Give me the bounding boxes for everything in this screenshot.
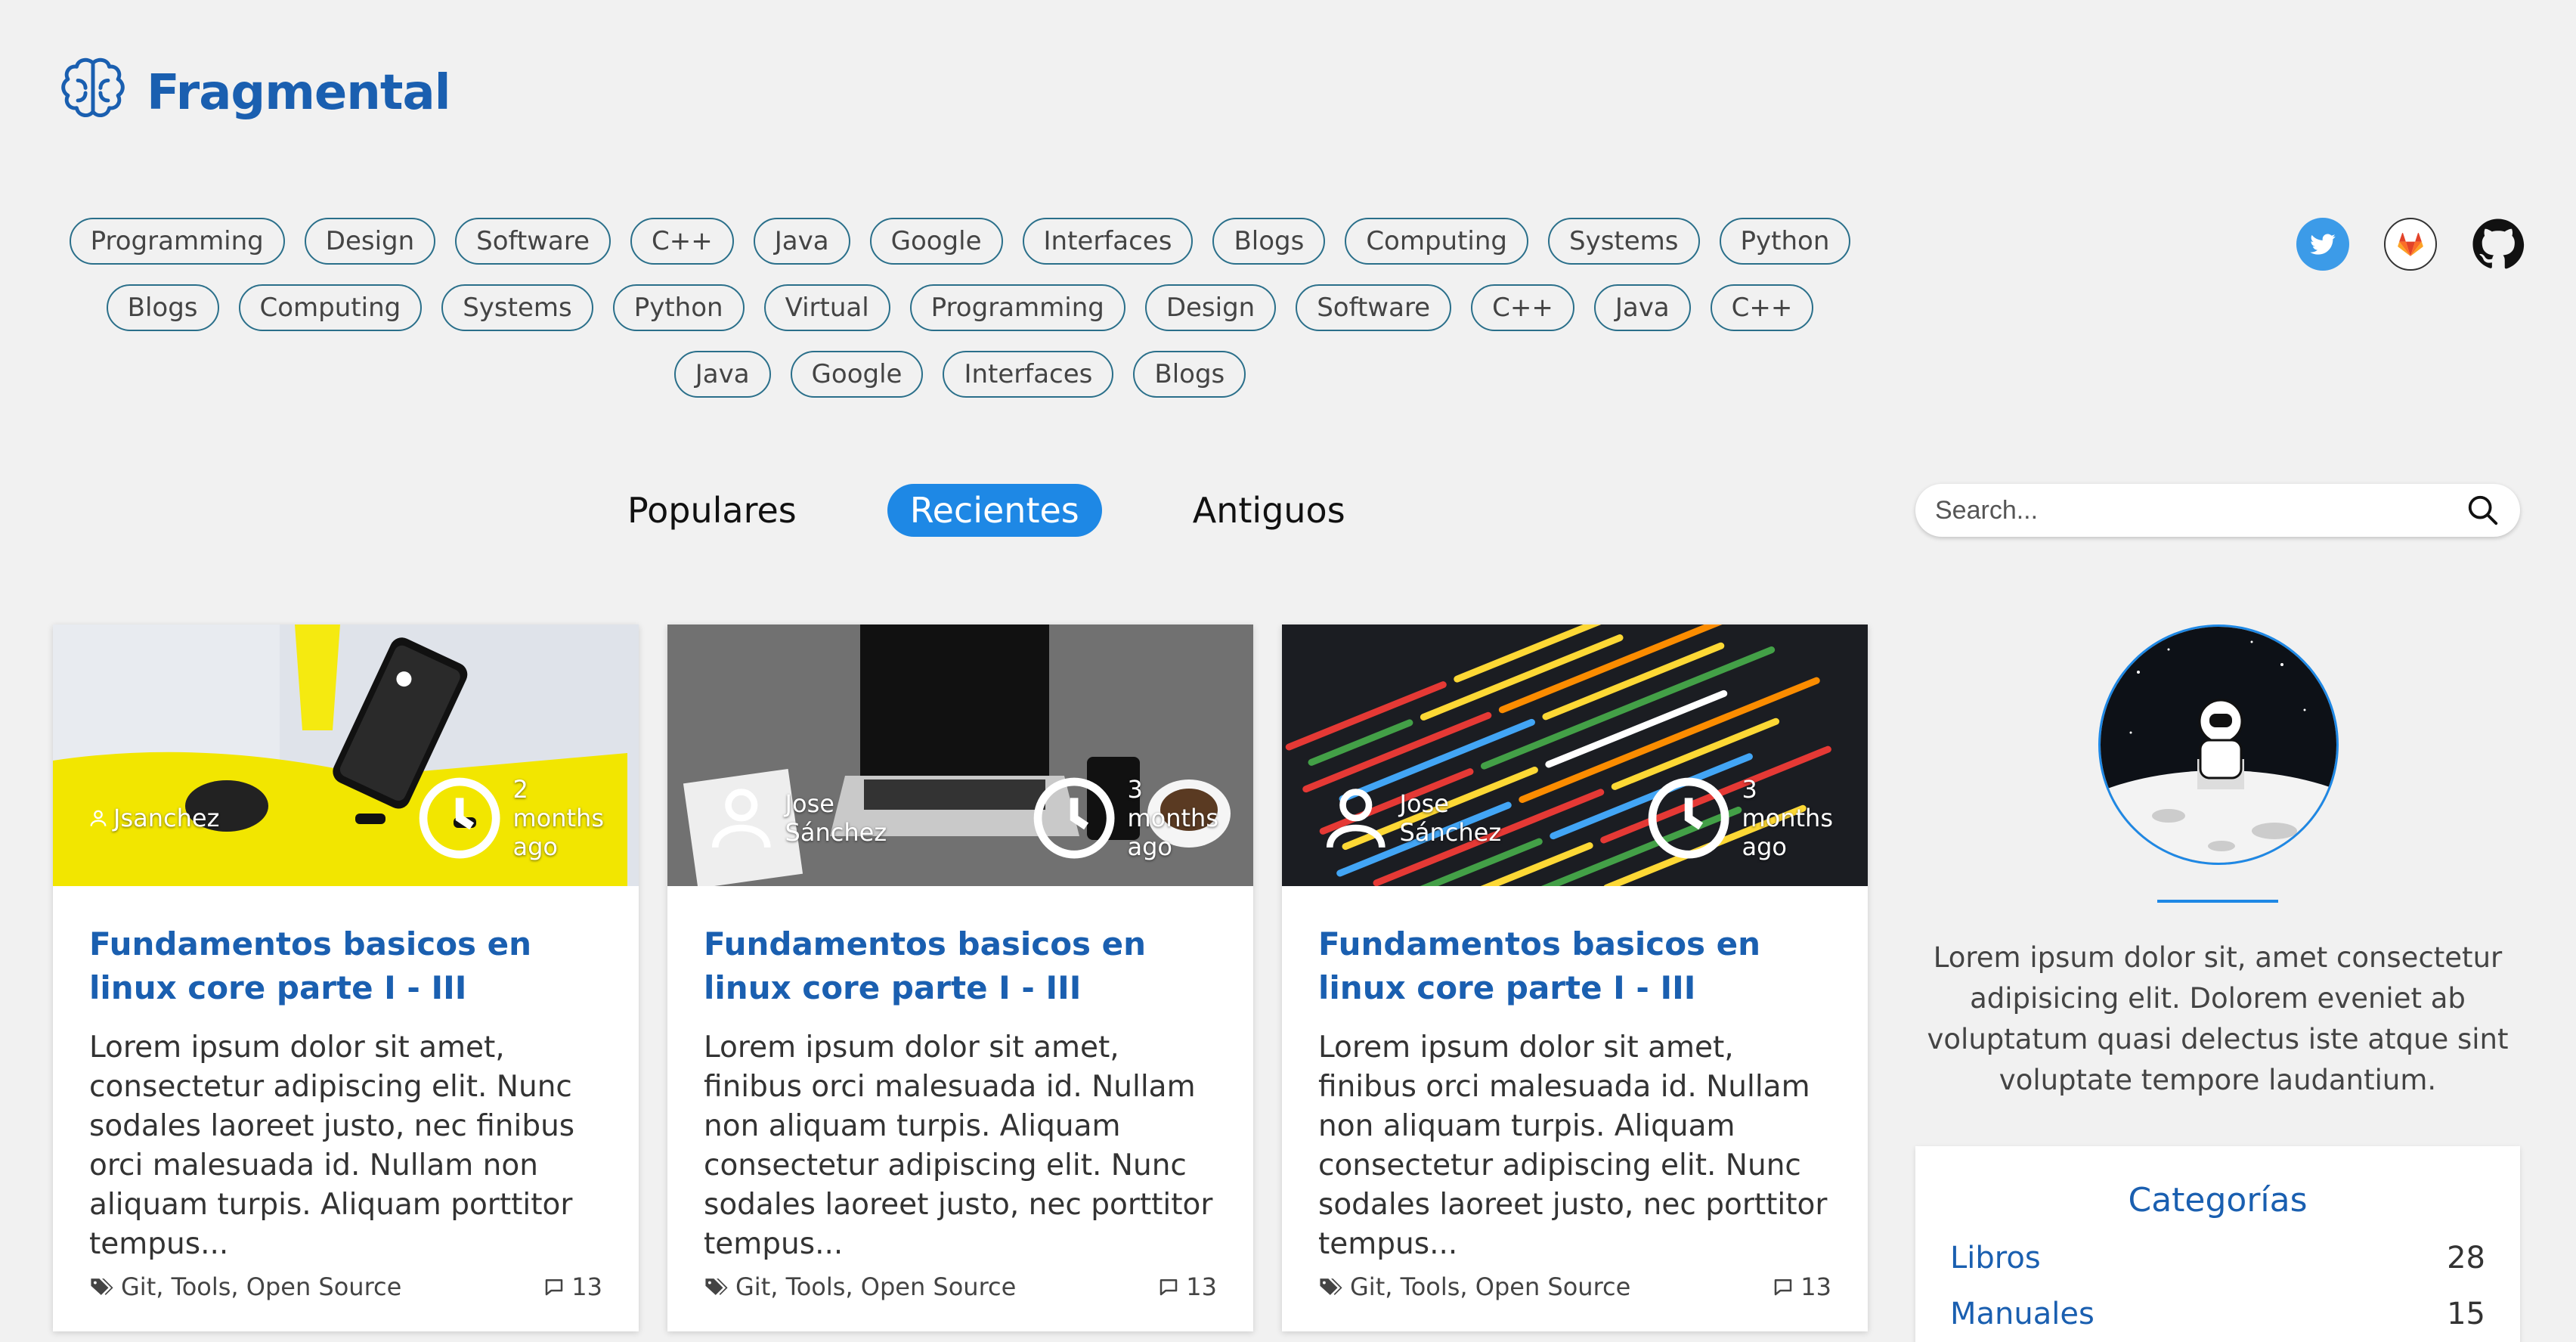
tab-populares[interactable]: Populares bbox=[605, 484, 819, 537]
post-excerpt: Lorem ipsum dolor sit amet, finibus orci… bbox=[1318, 1031, 1828, 1261]
tag-pill[interactable]: Computing bbox=[1345, 218, 1529, 265]
brain-icon bbox=[61, 57, 125, 118]
tag-pill[interactable]: C++ bbox=[1471, 284, 1574, 331]
tag-pill[interactable]: Software bbox=[1296, 284, 1452, 331]
category-count: 28 bbox=[2447, 1241, 2485, 1275]
comment-icon bbox=[1160, 1279, 1178, 1296]
post-tags: Git, Tools, Open Source bbox=[1318, 1272, 1630, 1301]
tag-pill[interactable]: Python bbox=[1719, 218, 1851, 265]
tag-pill[interactable]: Java bbox=[1593, 284, 1691, 331]
tag-pill[interactable]: Interfaces bbox=[943, 351, 1114, 398]
tag-pill[interactable]: Java bbox=[673, 351, 771, 398]
site-title: Fragmental bbox=[147, 65, 451, 121]
tags-icon bbox=[705, 1278, 728, 1295]
post-time: 3 months ago bbox=[1026, 770, 1218, 866]
post-card[interactable]: Jsanchez 2 months ago Fundamentos basico… bbox=[53, 625, 639, 1331]
post-image: Jose Sánchez 3 months ago bbox=[667, 625, 1253, 886]
post-card[interactable]: Jose Sánchez 3 months ago Fundamentos ba… bbox=[667, 625, 1253, 1331]
twitter-icon[interactable] bbox=[2296, 218, 2349, 271]
post-excerpt: Lorem ipsum dolor sit amet, finibus orci… bbox=[704, 1031, 1213, 1261]
post-time: 3 months ago bbox=[1640, 770, 1833, 866]
post-excerpt: Lorem ipsum dolor sit amet, consectetur … bbox=[89, 1031, 575, 1261]
tag-pill[interactable]: C++ bbox=[1710, 284, 1814, 331]
tag-pill[interactable]: C++ bbox=[630, 218, 734, 265]
tag-pill[interactable]: Python bbox=[612, 284, 745, 331]
divider bbox=[2157, 900, 2278, 903]
categories-title: Categorías bbox=[2128, 1181, 2308, 1220]
tag-pill[interactable]: Blogs bbox=[1212, 218, 1326, 265]
clock-icon bbox=[1033, 777, 1115, 859]
tag-pill[interactable]: Programming bbox=[69, 218, 285, 265]
post-image: Jsanchez 2 months ago bbox=[53, 625, 639, 886]
search-input[interactable] bbox=[1935, 495, 2466, 525]
tag-pill[interactable]: Design bbox=[1144, 284, 1277, 331]
comment-icon bbox=[1775, 1279, 1792, 1296]
author-bio: Lorem ipsum dolor sit, amet consectetur … bbox=[1927, 941, 2509, 1096]
gitlab-icon[interactable] bbox=[2384, 218, 2437, 271]
post-title[interactable]: Fundamentos basicos en linux core parte … bbox=[89, 922, 602, 1010]
post-card[interactable]: Jose Sánchez 3 months ago Fundamentos ba… bbox=[1282, 625, 1868, 1331]
tags-icon bbox=[91, 1278, 113, 1295]
tag-pill[interactable]: Virtual bbox=[763, 284, 890, 331]
clock-icon bbox=[419, 777, 500, 859]
user-icon bbox=[1326, 789, 1386, 848]
tag-pill[interactable]: Programming bbox=[909, 284, 1125, 331]
tag-pill[interactable]: Computing bbox=[238, 284, 423, 331]
post-comments[interactable]: 13 bbox=[1157, 1272, 1217, 1301]
category-name[interactable]: Libros bbox=[1950, 1230, 2041, 1286]
category-name[interactable]: Manuales bbox=[1950, 1286, 2095, 1342]
post-tags: Git, Tools, Open Source bbox=[704, 1272, 1016, 1301]
tag-pill[interactable]: Java bbox=[753, 218, 850, 265]
tag-pill[interactable]: Blogs bbox=[106, 284, 219, 331]
comment-icon bbox=[546, 1279, 563, 1296]
clock-icon bbox=[1648, 777, 1729, 859]
post-author: Jsanchez bbox=[88, 770, 219, 866]
github-icon[interactable] bbox=[2472, 218, 2525, 271]
category-count: 15 bbox=[2447, 1297, 2485, 1331]
tab-antiguos[interactable]: Antiguos bbox=[1170, 484, 1368, 537]
category-item[interactable]: Libros 28 bbox=[1950, 1230, 2485, 1286]
tag-pill[interactable]: Google bbox=[790, 351, 924, 398]
post-title[interactable]: Fundamentos basicos en linux core parte … bbox=[704, 922, 1217, 1010]
user-icon bbox=[90, 810, 107, 826]
post-comments[interactable]: 13 bbox=[1772, 1272, 1831, 1301]
post-tags: Git, Tools, Open Source bbox=[89, 1272, 401, 1301]
tag-pill[interactable]: Blogs bbox=[1133, 351, 1246, 398]
search-box bbox=[1915, 484, 2520, 537]
avatar bbox=[2098, 625, 2339, 865]
tag-pill[interactable]: Interfaces bbox=[1022, 218, 1194, 265]
tab-recientes[interactable]: Recientes bbox=[887, 484, 1102, 537]
social-links bbox=[2296, 218, 2525, 271]
post-comments[interactable]: 13 bbox=[543, 1272, 602, 1301]
user-icon bbox=[711, 789, 771, 848]
post-image: Jose Sánchez 3 months ago bbox=[1282, 625, 1868, 886]
sort-tabs: Populares Recientes Antiguos bbox=[605, 484, 1368, 537]
site-logo[interactable]: Fragmental bbox=[53, 53, 451, 133]
tag-pill[interactable]: Systems bbox=[1548, 218, 1700, 265]
search-icon[interactable] bbox=[2466, 493, 2500, 528]
tag-pill[interactable]: Systems bbox=[441, 284, 593, 331]
tag-pill[interactable]: Google bbox=[869, 218, 1003, 265]
tag-cloud: Programming Design Software C++ Java Google In… bbox=[60, 218, 1859, 398]
tag-pill[interactable]: Software bbox=[455, 218, 611, 265]
category-item[interactable]: Manuales 15 bbox=[1950, 1286, 2485, 1342]
categories-panel: Categorías Libros 28 Manuales 15 bbox=[1915, 1146, 2520, 1342]
post-title[interactable]: Fundamentos basicos en linux core parte … bbox=[1318, 922, 1831, 1010]
post-list: Jsanchez 2 months ago Fundamentos basico… bbox=[53, 625, 1868, 1331]
post-author: Jose Sánchez bbox=[1317, 770, 1501, 866]
post-time: 2 months ago bbox=[411, 770, 604, 866]
tags-icon bbox=[1320, 1278, 1342, 1295]
tag-pill[interactable]: Design bbox=[304, 218, 436, 265]
post-author: Jose Sánchez bbox=[702, 770, 887, 866]
